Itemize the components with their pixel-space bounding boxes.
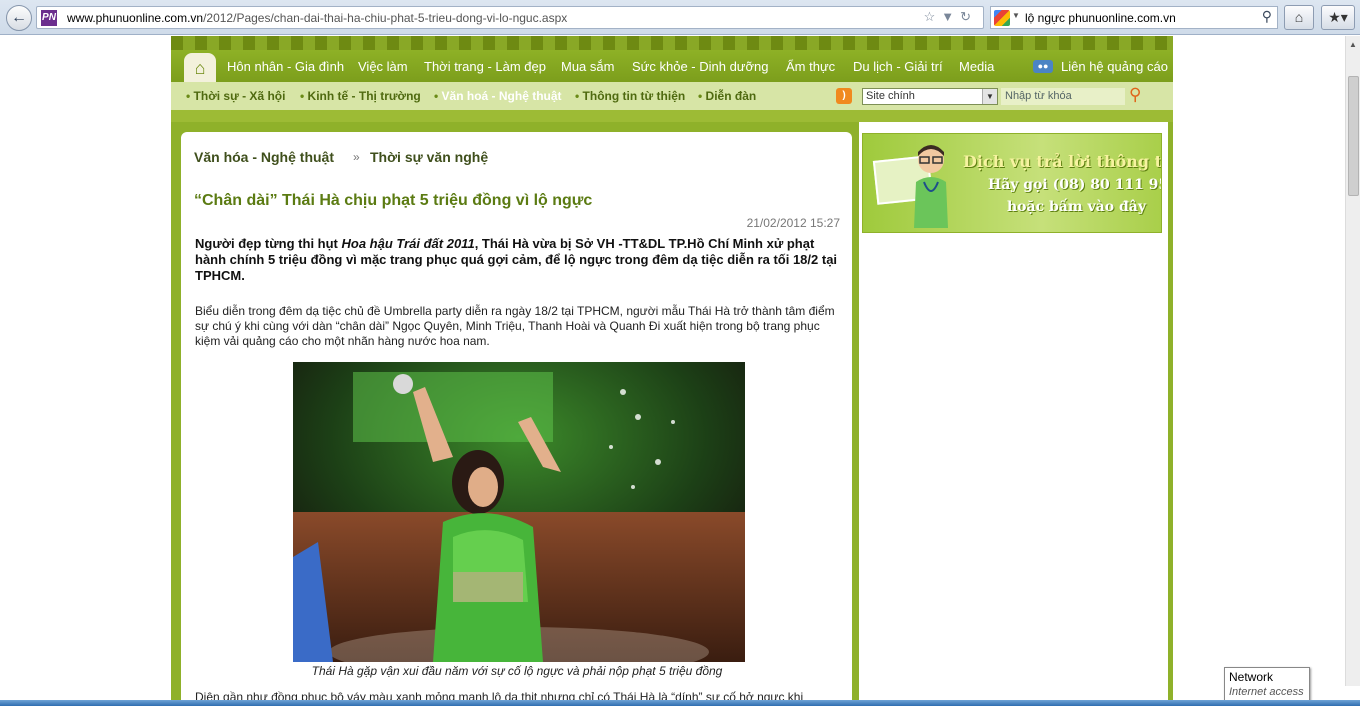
subnav-thong-tin-tu-thien[interactable]: Thông tin từ thiện: [575, 89, 686, 103]
back-arrow-icon: ←: [11, 9, 27, 26]
primary-nav: ⌂ Hôn nhân - Gia đình Việc làm Thời tran…: [171, 50, 1173, 83]
lead-emphasis: Hoa hậu Trái đất 2011: [341, 236, 475, 251]
nav-item-lien-he[interactable]: Liên hệ quảng cáo: [1061, 59, 1168, 74]
rss-icon[interactable]: ): [836, 88, 852, 104]
search-icon[interactable]: ⚲: [1129, 85, 1141, 105]
photo-caption: Thái Hà gặp vận xui đầu năm với sự cố lộ…: [311, 664, 723, 678]
back-button[interactable]: ←: [6, 5, 32, 31]
keyword-input[interactable]: Nhập từ khóa: [1001, 88, 1125, 105]
bookmarks-button[interactable]: ★▾: [1321, 5, 1355, 30]
bookmarks-icon: ★▾: [1328, 9, 1348, 25]
doctor-icon: [914, 145, 948, 228]
address-bar[interactable]: PN www.phunuonline.com.vn/2012/Pages/cha…: [36, 6, 984, 29]
site-scope-select[interactable]: Site chính ▼: [862, 88, 998, 105]
article-photo-illustration: [293, 362, 745, 662]
breadcrumb-separator-icon: »: [353, 150, 360, 164]
reload-icon[interactable]: ↻: [960, 9, 977, 24]
sidebar: Dịch vụ trả lời thông tin tự động Hãy gọ…: [859, 122, 1168, 706]
scrollbar-thumb[interactable]: [1348, 76, 1359, 196]
nav-item-suc-khoe[interactable]: Sức khỏe - Dinh dưỡng: [632, 59, 769, 74]
content-top-band: [171, 110, 1173, 122]
article-title: “Chân dài” Thái Hà chịu phạt 5 triệu đồn…: [194, 192, 593, 209]
home-button[interactable]: ⌂: [1284, 5, 1314, 30]
contact-people-icon: ●●: [1033, 60, 1053, 73]
network-tooltip-title: Network: [1229, 670, 1274, 684]
lead-text-start: Người đẹp từng thi hụt: [195, 236, 342, 251]
url-text[interactable]: www.phunuonline.com.vn/2012/Pages/chan-d…: [67, 11, 567, 25]
house-icon: ⌂: [194, 57, 206, 78]
subnav-kinh-te[interactable]: Kinh tế - Thị trường: [300, 89, 421, 103]
article-lead: Người đẹp từng thi hụt Hoa hậu Trái đất …: [195, 236, 839, 284]
auto-info-ad-banner[interactable]: Dịch vụ trả lời thông tin tự động Hãy gọ…: [862, 133, 1162, 233]
nav-item-media[interactable]: Media: [959, 59, 994, 74]
search-engine-dropdown-icon[interactable]: ▼: [1012, 11, 1020, 20]
search-icon[interactable]: ⚲: [1262, 8, 1272, 25]
url-path: /2012/Pages/chan-dai-thai-ha-chiu-phat-5…: [203, 11, 568, 25]
article-photo: [293, 362, 745, 662]
breadcrumb-subsection[interactable]: Thời sự văn nghệ: [370, 149, 488, 165]
ad-line-3: hoặc bấm vào đây: [1007, 199, 1146, 215]
banner-strip: [171, 36, 1173, 50]
browser-toolbar: ← PN www.phunuonline.com.vn/2012/Pages/c…: [0, 0, 1360, 35]
dropdown-arrow-icon[interactable]: ▼: [941, 9, 960, 24]
nav-item-thoi-trang[interactable]: Thời trang - Làm đẹp: [424, 59, 546, 74]
subnav-thoi-su[interactable]: Thời sự - Xã hội: [186, 89, 286, 103]
url-domain: www.phunuonline.com.vn: [67, 11, 204, 25]
chevron-down-icon: ▼: [982, 89, 997, 104]
url-actions: ☆▼↻: [924, 9, 977, 25]
nav-item-mua-sam[interactable]: Mua sắm: [561, 59, 614, 74]
secondary-nav: Thời sự - Xã hội Kinh tế - Thị trường Vă…: [171, 82, 1173, 110]
page-viewport: ⌂ Hôn nhân - Gia đình Việc làm Thời tran…: [0, 36, 1345, 706]
site-scope-value: Site chính: [866, 90, 915, 102]
nav-item-du-lich[interactable]: Du lịch - Giải trí: [853, 59, 943, 74]
site-container: ⌂ Hôn nhân - Gia đình Việc làm Thời tran…: [171, 36, 1173, 706]
network-tooltip: Network Internet access: [1224, 667, 1310, 703]
ad-line-2: Hãy gọi (08) 80 111 959: [988, 177, 1162, 193]
network-tooltip-status: Internet access: [1229, 686, 1304, 698]
breadcrumb-section[interactable]: Văn hóa - Nghệ thuật: [194, 149, 334, 165]
site-home-button[interactable]: ⌂: [184, 53, 216, 83]
nav-item-viec-lam[interactable]: Việc làm: [358, 59, 408, 74]
bookmark-star-icon[interactable]: ☆: [924, 9, 942, 24]
site-favicon-icon: PN: [41, 10, 57, 26]
nav-item-am-thuc[interactable]: Ẩm thực: [786, 59, 835, 74]
home-icon: ⌂: [1294, 9, 1304, 25]
search-query[interactable]: lộ ngực phunuonline.com.vn: [1025, 11, 1176, 25]
ad-line-1: Dịch vụ trả lời thông tin tự động: [963, 152, 1162, 171]
article-panel: Văn hóa - Nghệ thuật » Thời sự văn nghệ …: [181, 132, 852, 706]
article-paragraph: Biểu diễn trong đêm dạ tiệc chủ đề Umbre…: [195, 304, 835, 348]
subnav-dien-dan[interactable]: Diễn đàn: [698, 89, 757, 103]
subnav-van-hoa[interactable]: Văn hoá - Nghệ thuật: [434, 89, 562, 103]
google-icon[interactable]: [994, 10, 1010, 26]
vertical-scrollbar[interactable]: ▲: [1345, 36, 1360, 686]
nav-item-hon-nhan[interactable]: Hôn nhân - Gia đình: [227, 59, 344, 74]
article-date: 21/02/2012 15:27: [746, 216, 840, 230]
search-bar[interactable]: ▼ lộ ngực phunuonline.com.vn ⚲: [990, 6, 1278, 29]
scroll-up-icon[interactable]: ▲: [1349, 40, 1357, 49]
os-taskbar: [0, 700, 1360, 706]
